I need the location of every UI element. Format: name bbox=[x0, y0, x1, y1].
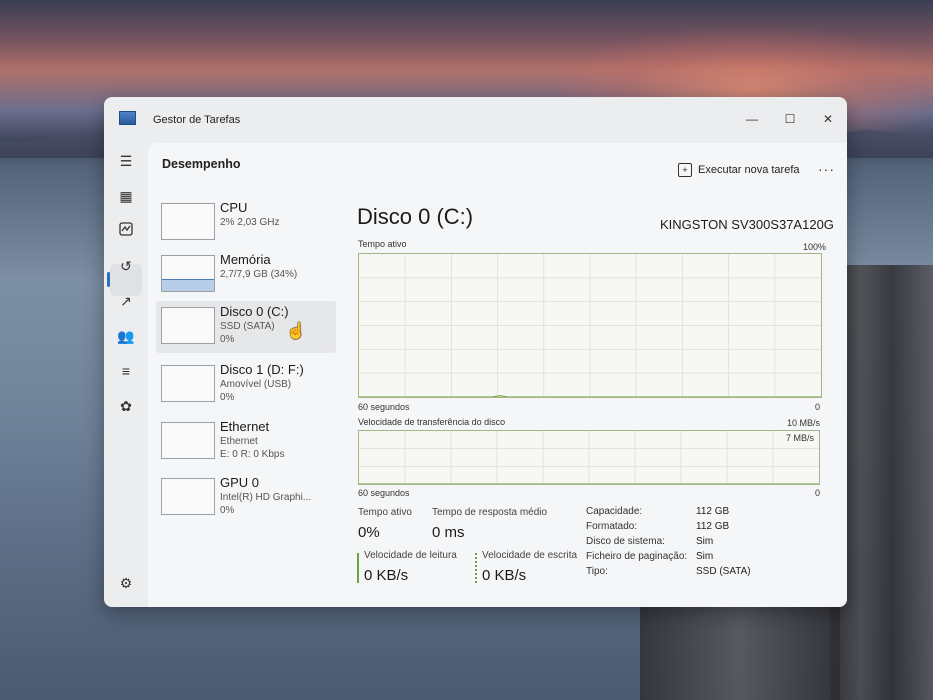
startup-apps-icon[interactable]: ↗ bbox=[114, 289, 138, 313]
device-name: Disco 1 (D: F:) bbox=[220, 362, 304, 377]
prop-system-disk-key: Disco de sistema: bbox=[586, 536, 665, 547]
memory-usage-fill bbox=[162, 279, 214, 291]
transfer-chart-scale: 7 MB/s bbox=[786, 433, 815, 443]
prop-formatted-key: Formatado: bbox=[586, 521, 638, 532]
read-speed-value: 0 KB/s bbox=[364, 567, 409, 584]
transfer-chart-xlabel: 60 segundos bbox=[358, 488, 410, 498]
memory-thumbnail-graph bbox=[161, 255, 215, 292]
transfer-chart-svg bbox=[359, 431, 819, 484]
device-item-memory[interactable]: Memória 2,7/7,9 GB (34%) bbox=[156, 249, 332, 299]
active-time-chart-max: 100% bbox=[803, 242, 827, 252]
ethernet-thumbnail-graph bbox=[161, 422, 215, 459]
write-speed-label: Velocidade de escrita bbox=[482, 550, 578, 561]
response-time-label: Tempo de resposta médio bbox=[432, 507, 548, 518]
disk-model: KINGSTON SV300S37A120G bbox=[660, 217, 834, 232]
cpu-thumbnail-graph bbox=[161, 203, 215, 240]
device-detail: Intel(R) HD Graphi... bbox=[220, 492, 312, 503]
prop-system-disk-value: Sim bbox=[696, 536, 714, 547]
prop-type-value: SSD (SATA) bbox=[696, 566, 751, 577]
services-icon[interactable]: ✿ bbox=[114, 394, 138, 418]
new-task-icon: + bbox=[678, 163, 692, 177]
read-speed-label: Velocidade de leitura bbox=[364, 550, 457, 561]
device-detail: 2,7/7,9 GB (34%) bbox=[220, 269, 298, 280]
transfer-chart-label: Velocidade de transferência do disco bbox=[358, 417, 506, 427]
hand-cursor-icon: ☝ bbox=[286, 323, 306, 340]
prop-page-file-value: Sim bbox=[696, 551, 714, 562]
device-usage: 0% bbox=[220, 505, 235, 516]
device-item-disk-1[interactable]: Disco 1 (D: F:) Amovível (USB) 0% bbox=[156, 359, 332, 409]
transfer-chart-min: 0 bbox=[815, 488, 821, 498]
device-name: Ethernet bbox=[220, 419, 270, 434]
nav-rail: ☰ ▦ ↺ ↗ 👥 ≡ ✿ ⚙ bbox=[104, 143, 148, 607]
transfer-chart bbox=[358, 430, 820, 485]
device-usage: 0% bbox=[220, 334, 235, 345]
device-item-cpu[interactable]: CPU 2% 2,03 GHz bbox=[156, 197, 332, 247]
users-icon[interactable]: 👥 bbox=[114, 324, 138, 348]
device-name: CPU bbox=[220, 200, 248, 215]
device-detail: Amovível (USB) bbox=[220, 379, 292, 390]
hamburger-menu-icon[interactable]: ☰ bbox=[114, 149, 138, 173]
transfer-chart-max: 10 MB/s bbox=[787, 418, 821, 428]
settings-gear-icon[interactable]: ⚙ bbox=[114, 571, 138, 595]
title-bar[interactable]: Gestor de Tarefas — ☐ ✕ bbox=[104, 97, 847, 143]
prop-formatted-value: 112 GB bbox=[696, 521, 730, 532]
active-time-chart bbox=[358, 253, 822, 398]
device-detail: SSD (SATA) bbox=[220, 321, 275, 332]
performance-content: Desempenho + Executar nova tarefa ··· CP… bbox=[148, 143, 847, 607]
disk-title: Disco 0 (C:) bbox=[357, 204, 474, 229]
details-list-icon[interactable]: ≡ bbox=[114, 359, 138, 383]
app-history-icon[interactable]: ↺ bbox=[114, 254, 138, 278]
minimize-button[interactable]: — bbox=[740, 109, 764, 129]
device-name: GPU 0 bbox=[220, 475, 260, 490]
prop-page-file-key: Ficheiro de paginação: bbox=[586, 551, 688, 562]
active-time-chart-xlabel: 60 segundos bbox=[358, 402, 410, 412]
read-speed-indicator bbox=[357, 553, 359, 583]
gpu-thumbnail-graph bbox=[161, 478, 215, 515]
active-time-chart-svg bbox=[359, 254, 821, 397]
disk1-thumbnail-graph bbox=[161, 365, 215, 402]
prop-capacity-key: Capacidade: bbox=[586, 506, 643, 517]
disk0-thumbnail-graph bbox=[161, 307, 215, 344]
write-speed-value: 0 KB/s bbox=[482, 567, 527, 584]
device-detail: Ethernet bbox=[220, 436, 258, 447]
device-name: Disco 0 (C:) bbox=[220, 304, 289, 319]
more-options-icon[interactable]: ··· bbox=[818, 161, 835, 177]
device-name: Memória bbox=[220, 252, 271, 267]
response-time-value: 0 ms bbox=[432, 524, 465, 541]
device-detail: 2% 2,03 GHz bbox=[220, 217, 280, 228]
wallpaper-pier-base bbox=[640, 600, 840, 700]
processes-icon[interactable]: ▦ bbox=[114, 184, 138, 208]
task-manager-window: Gestor de Tarefas — ☐ ✕ ☰ ▦ ↺ ↗ 👥 ≡ ✿ ⚙ … bbox=[104, 97, 847, 607]
task-manager-app-icon bbox=[119, 111, 136, 125]
run-new-task-label: Executar nova tarefa bbox=[698, 164, 800, 176]
active-time-label: Tempo ativo bbox=[358, 507, 412, 518]
prop-capacity-value: 112 GB bbox=[696, 506, 730, 517]
device-item-ethernet[interactable]: Ethernet Ethernet E: 0 R: 0 Kbps bbox=[156, 416, 332, 466]
device-usage: 0% bbox=[220, 392, 235, 403]
window-title: Gestor de Tarefas bbox=[153, 114, 241, 126]
run-new-task-button[interactable]: + Executar nova tarefa bbox=[678, 163, 800, 177]
close-button[interactable]: ✕ bbox=[816, 109, 840, 129]
performance-icon[interactable] bbox=[114, 219, 138, 243]
device-item-disk-0[interactable]: Disco 0 (C:) SSD (SATA) 0% ☝ bbox=[156, 301, 336, 353]
active-time-chart-label: Tempo ativo bbox=[358, 239, 407, 249]
device-usage: E: 0 R: 0 Kbps bbox=[220, 449, 285, 460]
write-speed-indicator bbox=[475, 553, 477, 583]
page-title: Desempenho bbox=[162, 157, 241, 171]
active-time-chart-min: 0 bbox=[815, 402, 821, 412]
maximize-button[interactable]: ☐ bbox=[778, 109, 802, 129]
nav-active-indicator bbox=[107, 272, 110, 287]
prop-type-key: Tipo: bbox=[586, 566, 608, 577]
active-time-value: 0% bbox=[358, 524, 380, 541]
device-item-gpu[interactable]: GPU 0 Intel(R) HD Graphi... 0% bbox=[156, 472, 332, 522]
